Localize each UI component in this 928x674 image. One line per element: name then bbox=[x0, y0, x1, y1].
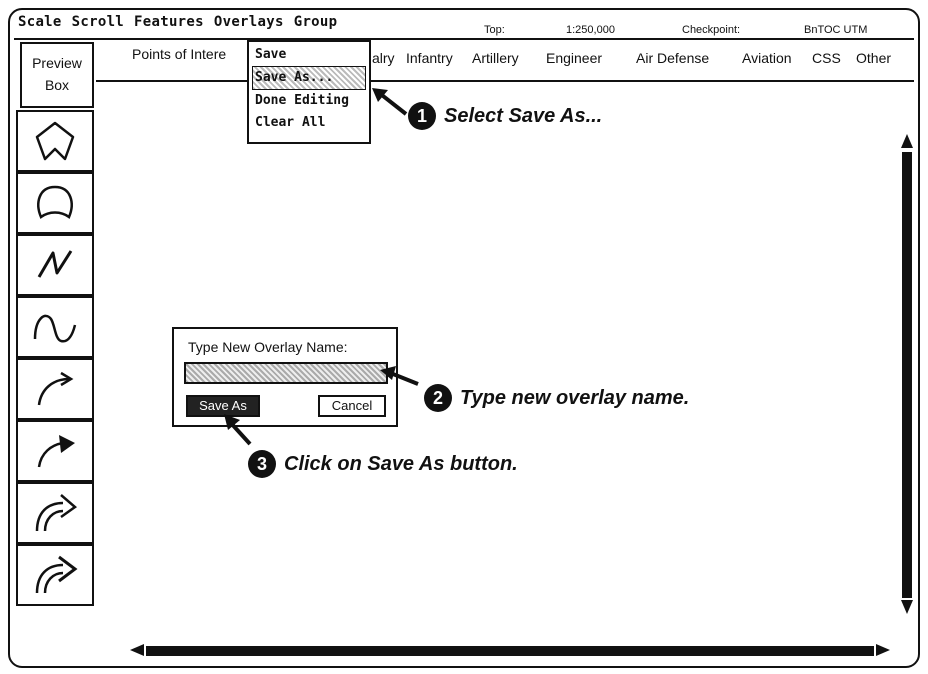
tab-aviation[interactable]: Aviation bbox=[742, 50, 792, 66]
menu-group[interactable]: Group bbox=[294, 14, 338, 36]
step-3-text: Click on Save As button. bbox=[284, 452, 518, 475]
vertical-scrollbar[interactable] bbox=[901, 134, 913, 614]
annotation-arrow-2-icon bbox=[380, 366, 419, 386]
horizontal-scroll-thumb[interactable] bbox=[146, 646, 874, 656]
tab-other[interactable]: Other bbox=[856, 50, 891, 66]
menu-overlays[interactable]: Overlays bbox=[214, 14, 284, 36]
menu-scroll[interactable]: Scroll bbox=[72, 14, 124, 36]
pentagon-shape-icon[interactable] bbox=[16, 110, 94, 172]
tab-css[interactable]: CSS bbox=[812, 50, 841, 66]
scale-value: 1:250,000 bbox=[566, 24, 615, 36]
vertical-scroll-thumb[interactable] bbox=[902, 152, 912, 598]
tab-infantry[interactable]: Infantry bbox=[406, 50, 453, 66]
step-3-number: 3 bbox=[248, 450, 276, 478]
closed-curve-icon[interactable] bbox=[16, 172, 94, 234]
menu-item-save-as[interactable]: Save As... bbox=[252, 66, 366, 90]
scroll-down-arrow-icon[interactable] bbox=[901, 600, 913, 614]
overlay-name-input[interactable] bbox=[184, 362, 388, 384]
save-as-dialog: Type New Overlay Name: Save As Cancel bbox=[172, 327, 398, 427]
overlay-name-label: Type New Overlay Name: bbox=[188, 339, 348, 355]
horizontal-scrollbar[interactable] bbox=[130, 642, 890, 656]
double-curved-arrow-icon[interactable] bbox=[16, 482, 94, 544]
category-divider bbox=[96, 80, 914, 82]
annotation-step-3: 3 Click on Save As button. bbox=[248, 450, 518, 478]
tab-cavalry[interactable]: alry bbox=[372, 50, 395, 66]
preview-box-label-1: Preview bbox=[32, 55, 82, 71]
step-2-text: Type new overlay name. bbox=[460, 386, 690, 409]
top-label: Top: bbox=[484, 24, 505, 36]
annotation-step-1: 1 Select Save As... bbox=[408, 102, 602, 130]
step-1-number: 1 bbox=[408, 102, 436, 130]
scroll-right-arrow-icon[interactable] bbox=[876, 644, 890, 656]
menu-item-clear-all[interactable]: Clear All bbox=[249, 112, 369, 134]
tab-artillery[interactable]: Artillery bbox=[472, 50, 519, 66]
tab-air-defense[interactable]: Air Defense bbox=[636, 50, 709, 66]
zigzag-line-icon[interactable] bbox=[16, 234, 94, 296]
checkpoint-label: Checkpoint: bbox=[682, 24, 741, 36]
curved-filled-arrow-icon[interactable] bbox=[16, 420, 94, 482]
overlays-dropdown: Save Save As... Done Editing Clear All bbox=[247, 40, 371, 144]
preview-box[interactable]: Preview Box bbox=[20, 42, 94, 108]
annotation-step-2: 2 Type new overlay name. bbox=[424, 384, 689, 412]
step-2-number: 2 bbox=[424, 384, 452, 412]
cancel-button[interactable]: Cancel bbox=[318, 395, 386, 417]
double-curved-arrow-alt-icon[interactable] bbox=[16, 544, 94, 606]
tab-points-of-interest[interactable]: Points of Intere bbox=[132, 46, 226, 62]
curved-arrow-icon[interactable] bbox=[16, 358, 94, 420]
preview-box-label-2: Box bbox=[44, 77, 70, 93]
menu-bar: Scale Scroll Features Overlays Group bbox=[18, 14, 337, 36]
menu-scale[interactable]: Scale bbox=[18, 14, 62, 36]
menu-item-done-editing[interactable]: Done Editing bbox=[249, 90, 369, 112]
scroll-left-arrow-icon[interactable] bbox=[130, 644, 144, 656]
sine-curve-icon[interactable] bbox=[16, 296, 94, 358]
scroll-up-arrow-icon[interactable] bbox=[901, 134, 913, 148]
menu-item-save[interactable]: Save bbox=[249, 44, 369, 66]
annotation-arrow-3-icon bbox=[224, 414, 252, 446]
tab-engineer[interactable]: Engineer bbox=[546, 50, 602, 66]
menubar-divider bbox=[14, 38, 914, 40]
checkpoint-value: BnTOC UTM bbox=[804, 24, 868, 36]
menu-features[interactable]: Features bbox=[134, 14, 204, 36]
step-1-text: Select Save As... bbox=[444, 104, 603, 127]
